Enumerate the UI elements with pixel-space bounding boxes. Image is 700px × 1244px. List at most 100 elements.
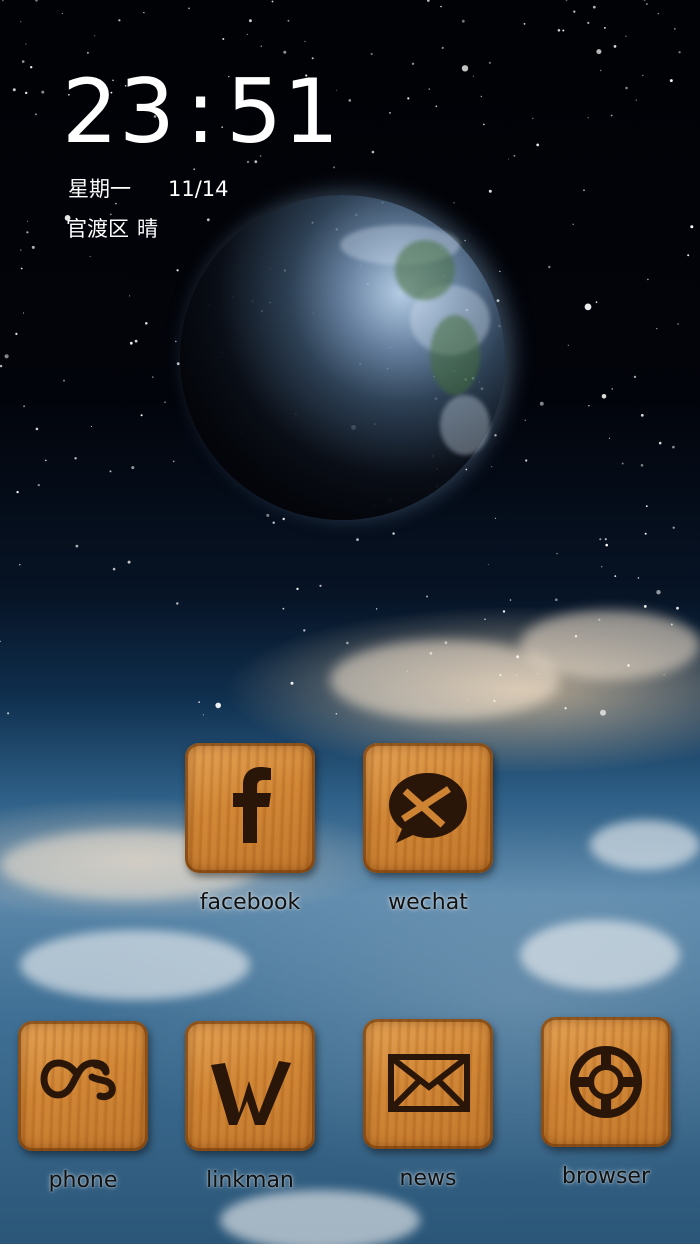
star [663, 674, 665, 676]
star [494, 434, 497, 437]
star [509, 599, 512, 601]
star [644, 532, 647, 535]
star [61, 12, 64, 15]
star [557, 29, 561, 32]
location-label: 官渡区 [66, 217, 129, 241]
phone-tile[interactable] [18, 1021, 148, 1151]
star [536, 143, 540, 147]
star [164, 401, 166, 403]
star [304, 40, 306, 42]
app-label-facebook: facebook [199, 890, 301, 915]
star [613, 45, 617, 48]
star [656, 590, 661, 595]
star [657, 13, 659, 15]
star [89, 256, 91, 258]
star [134, 339, 138, 343]
app-label-phone: phone [48, 1168, 118, 1193]
star [15, 332, 18, 335]
star [287, 19, 290, 22]
star [35, 427, 39, 431]
star [319, 584, 322, 587]
facebook-tile[interactable] [185, 743, 315, 873]
star [672, 526, 675, 529]
app-linkman[interactable]: linkman [161, 1021, 321, 1206]
star [16, 490, 19, 494]
app-facebook[interactable]: facebook [161, 743, 321, 928]
app-browser[interactable]: browser [517, 1017, 677, 1202]
star [600, 69, 602, 72]
facebook-icon [233, 767, 271, 843]
app-wechat[interactable]: wechat [339, 743, 499, 928]
star [172, 460, 175, 463]
star [20, 21, 22, 23]
star [672, 445, 675, 449]
news-tile[interactable] [363, 1019, 493, 1149]
star [595, 301, 598, 303]
w-logo-icon [211, 1061, 291, 1125]
star [556, 552, 558, 555]
star [290, 681, 294, 685]
star [690, 225, 694, 229]
weather-row: 官渡区晴 [66, 214, 158, 244]
app-phone[interactable]: phone [0, 1021, 154, 1206]
star [20, 249, 22, 251]
date-row: 星期一 11/14 [68, 174, 229, 204]
star [584, 303, 592, 311]
star [483, 123, 485, 126]
star [669, 79, 673, 83]
star [0, 364, 3, 368]
wechat-tile[interactable] [363, 743, 493, 873]
star [145, 322, 148, 325]
star [572, 223, 574, 225]
clock-time: 23 : 51 [62, 60, 341, 163]
star [175, 340, 177, 343]
star [441, 46, 444, 50]
star [480, 95, 482, 98]
star [513, 154, 516, 157]
app-label-linkman: linkman [206, 1168, 294, 1193]
star [31, 245, 35, 249]
weather-condition: 晴 [137, 217, 158, 241]
star [604, 538, 607, 541]
star [642, 74, 644, 76]
star [198, 701, 200, 703]
star [249, 19, 252, 23]
star [143, 12, 145, 14]
star [610, 114, 613, 117]
star [440, 5, 442, 8]
star [427, 0, 430, 2]
star [637, 577, 640, 579]
star [375, 608, 378, 610]
star [176, 602, 179, 605]
star [335, 712, 338, 715]
app-news[interactable]: news [339, 1019, 499, 1204]
star [592, 5, 596, 9]
star [453, 202, 455, 204]
star [461, 19, 465, 23]
lastfm-icon [40, 1059, 116, 1101]
star [91, 425, 92, 427]
star [392, 532, 395, 535]
star [488, 61, 491, 64]
browser-tile[interactable] [541, 1017, 671, 1147]
star [508, 158, 510, 160]
star [20, 267, 23, 270]
star [7, 712, 10, 715]
star [215, 702, 221, 709]
star [37, 483, 40, 487]
star [645, 505, 648, 508]
star [25, 43, 27, 45]
star [23, 405, 26, 408]
star [428, 88, 431, 90]
star [676, 606, 679, 610]
star [625, 86, 628, 90]
star [19, 564, 21, 566]
star [193, 168, 196, 171]
star [491, 466, 493, 468]
star [389, 112, 391, 114]
star [0, 640, 1, 643]
star [356, 538, 359, 541]
star [94, 35, 96, 37]
star [346, 641, 349, 645]
linkman-tile[interactable] [185, 1021, 315, 1151]
